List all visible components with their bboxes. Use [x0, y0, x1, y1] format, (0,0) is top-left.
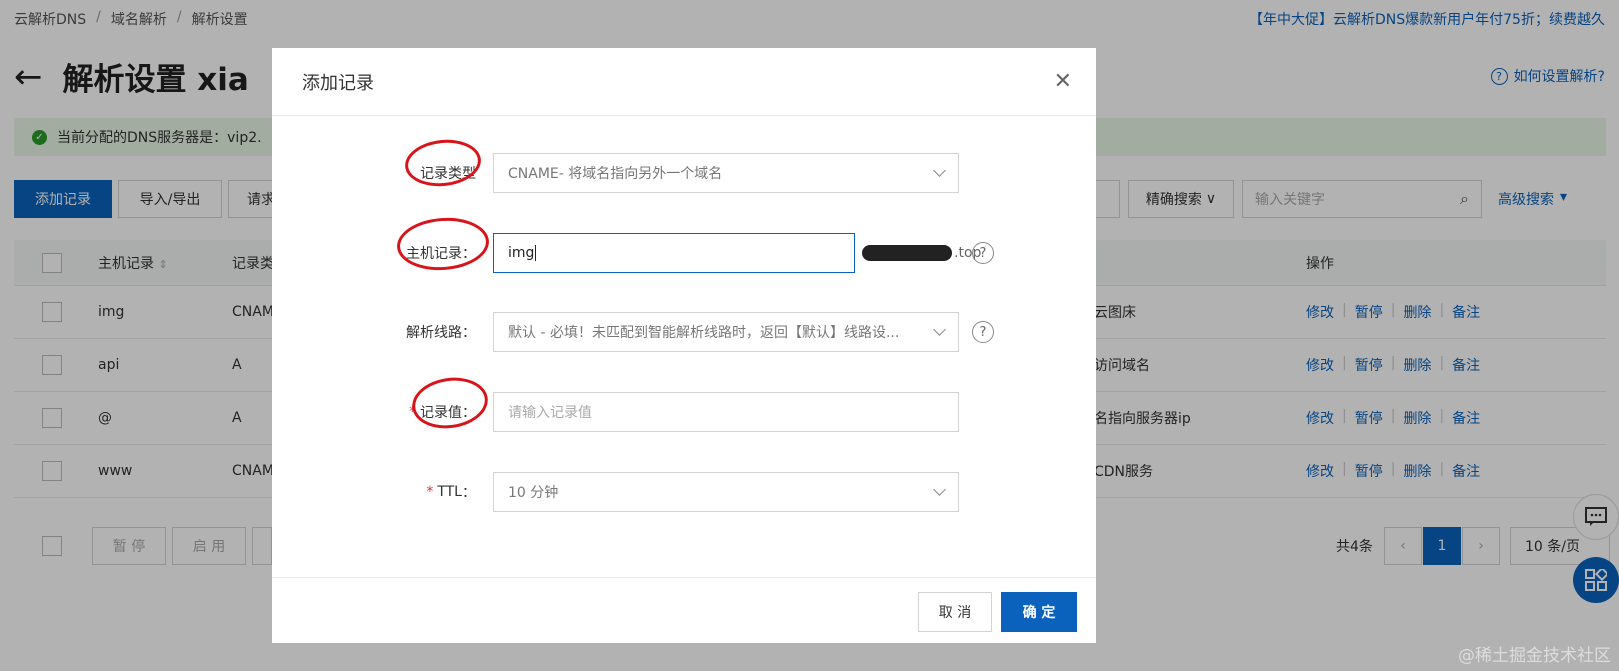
record-value-placeholder: 请输入记录值 [508, 405, 592, 421]
close-icon[interactable]: ✕ [1054, 69, 1072, 94]
record-value-row: * 记录值： 请输入记录值 [272, 392, 1096, 432]
host-record-value: img [508, 245, 537, 261]
dialog-title: 添加记录 [302, 72, 374, 94]
dialog-footer: 取 消 确 定 [272, 577, 1096, 643]
record-type-row: 记录类型 CNAME- 将域名指向另外一个域名 [272, 153, 1096, 193]
host-record-input[interactable]: img [493, 233, 855, 273]
record-type-select[interactable]: CNAME- 将域名指向另外一个域名 [493, 153, 959, 193]
line-label: 解析线路： [406, 325, 476, 341]
chevron-down-icon [933, 164, 946, 177]
help-circle-icon[interactable]: ? [972, 242, 994, 264]
watermark: @稀土掘金技术社区 [1458, 646, 1611, 666]
line-value: 默认 - 必填！未匹配到智能解析线路时，返回【默认】线路设... [508, 325, 900, 341]
dialog-header: 添加记录 ✕ [272, 48, 1096, 116]
chevron-down-icon [933, 323, 946, 336]
ttl-value: 10 分钟 [508, 485, 559, 501]
record-value-input[interactable]: 请输入记录值 [493, 392, 959, 432]
ttl-select[interactable]: 10 分钟 [493, 472, 959, 512]
chevron-down-icon [933, 483, 946, 496]
line-row: 解析线路： 默认 - 必填！未匹配到智能解析线路时，返回【默认】线路设... ? [272, 312, 1096, 352]
confirm-button[interactable]: 确 定 [1001, 592, 1077, 632]
help-circle-icon[interactable]: ? [972, 321, 994, 343]
host-record-row: 主机记录： img .top ? [272, 233, 1096, 273]
ttl-row: * TTL： 10 分钟 [272, 472, 1096, 512]
cancel-button[interactable]: 取 消 [918, 592, 992, 632]
line-select[interactable]: 默认 - 必填！未匹配到智能解析线路时，返回【默认】线路设... [493, 312, 959, 352]
add-record-dialog: 添加记录 ✕ 记录类型 CNAME- 将域名指向另外一个域名 主机记录： img… [272, 48, 1096, 643]
redacted-domain [862, 245, 952, 261]
ttl-label: * TTL： [426, 484, 476, 501]
record-type-value: CNAME- 将域名指向另外一个域名 [508, 166, 723, 182]
